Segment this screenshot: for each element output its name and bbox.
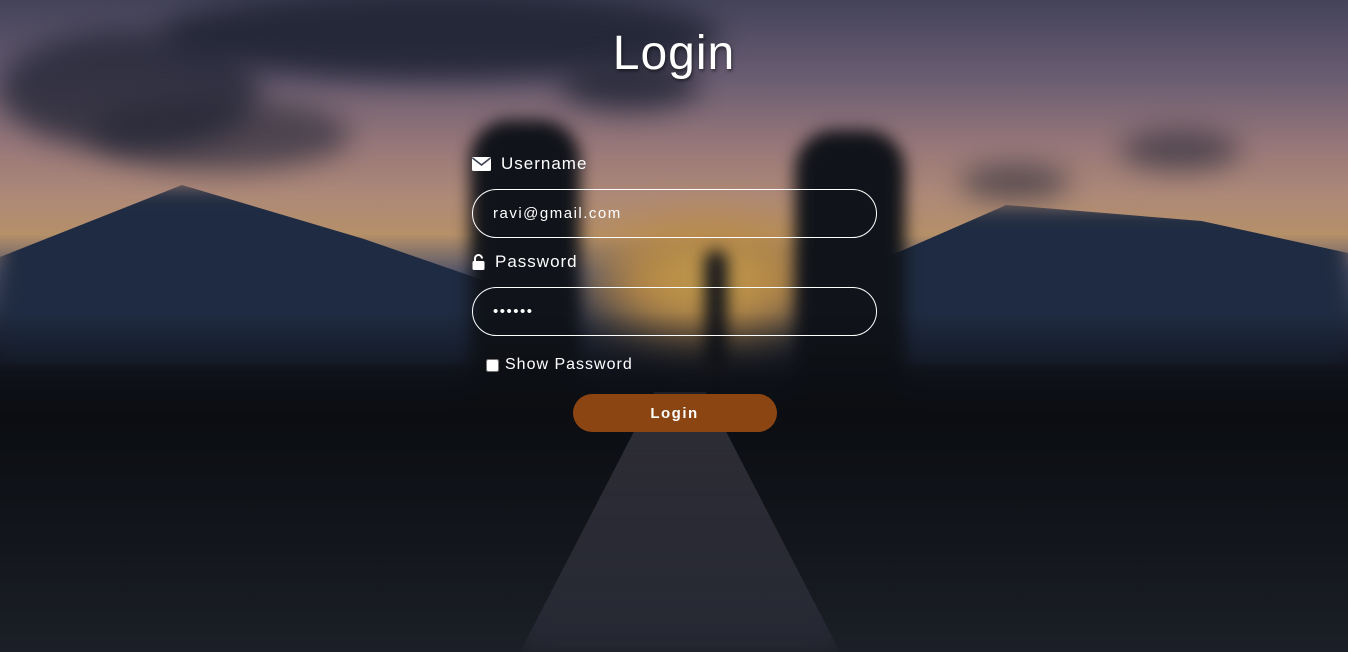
show-password-checkbox[interactable] (486, 358, 499, 372)
page-title: Login (612, 27, 736, 80)
username-label: Username (472, 150, 877, 178)
login-button[interactable]: Login (572, 394, 777, 432)
password-label-text: Password (495, 252, 578, 271)
envelope-icon (472, 156, 491, 172)
username-label-text: Username (501, 154, 588, 173)
password-input[interactable] (472, 287, 877, 336)
username-input[interactable] (472, 189, 877, 238)
login-form: Username Password Show Password Login (472, 150, 877, 432)
show-password-label: Show Password (505, 356, 633, 373)
show-password-toggle[interactable]: Show Password (486, 356, 877, 374)
unlock-icon (472, 254, 485, 270)
password-label: Password (472, 248, 877, 276)
